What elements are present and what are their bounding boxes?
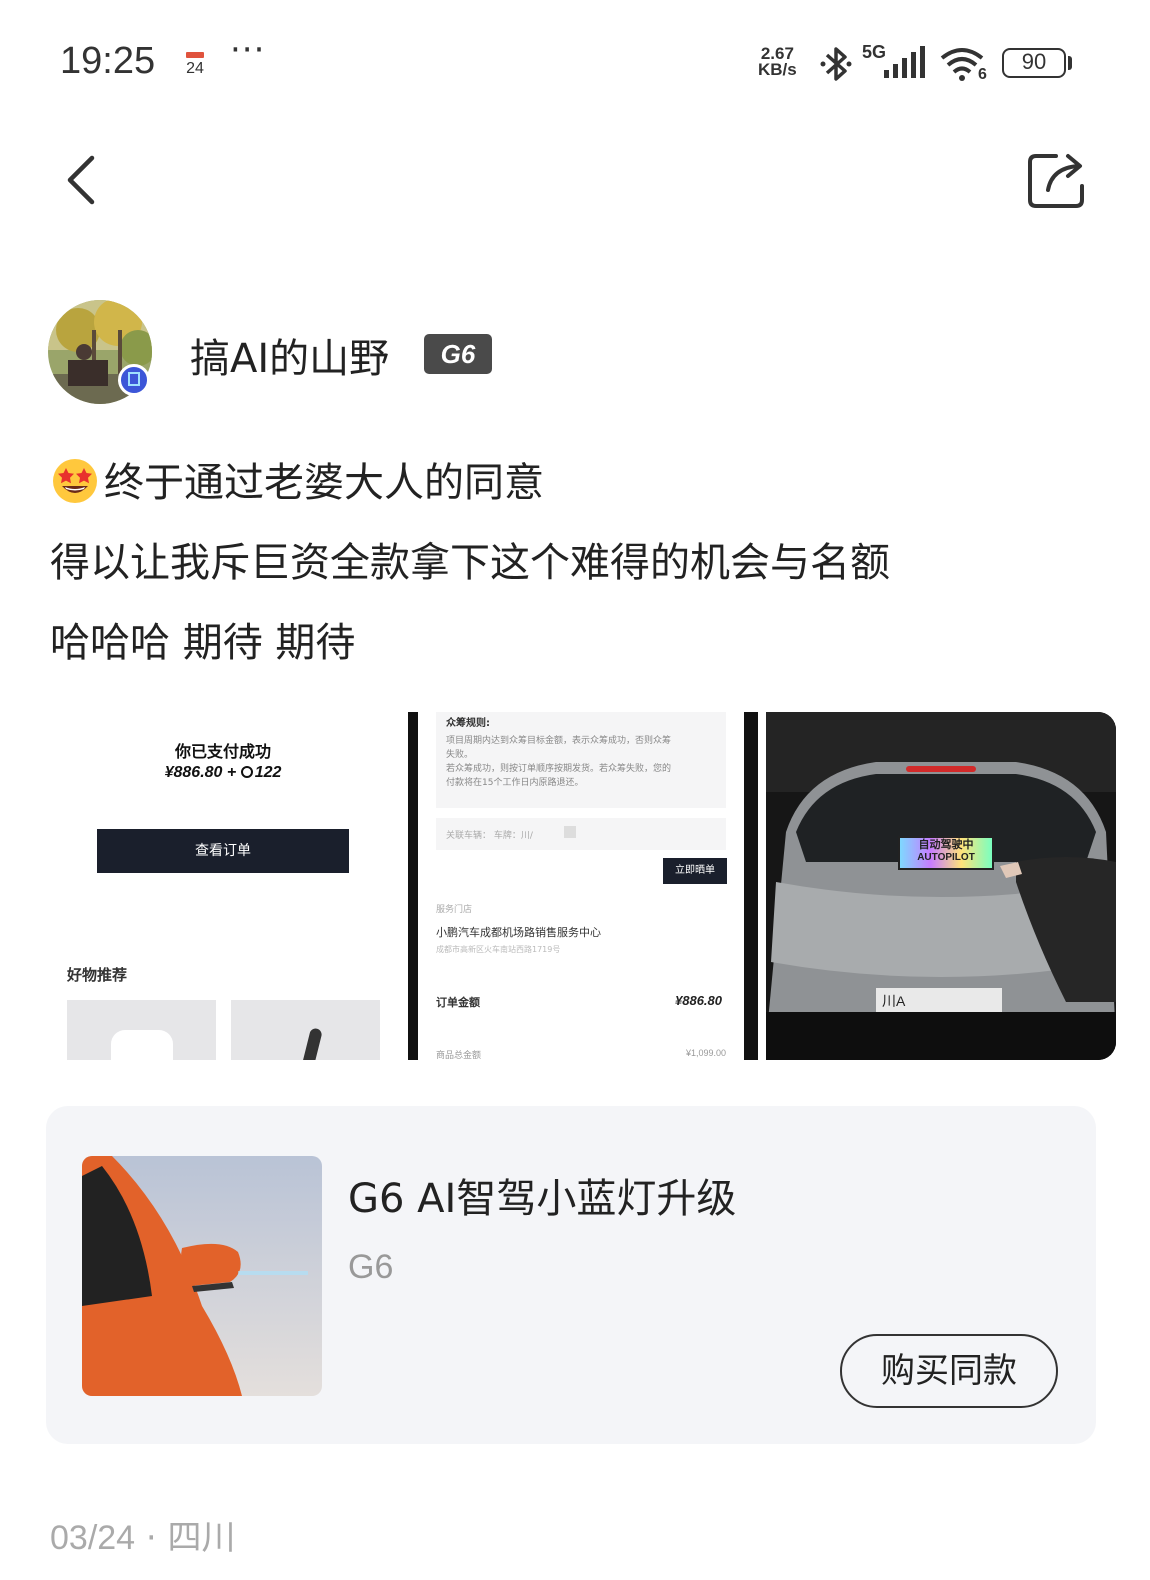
sign-en: AUTOPILOT: [917, 852, 975, 863]
rules-text-3: 若众筹成功，则按订单顺序按期发货。若众筹失败，您的: [446, 764, 672, 774]
payment-title: 你已支付成功: [174, 742, 271, 761]
battery-tip: [1068, 56, 1072, 70]
license-plate: 川A: [882, 993, 906, 1009]
rules-text-2: 失败。: [446, 750, 474, 760]
meta-separator: ·: [135, 1518, 168, 1558]
verified-badge-icon: [118, 364, 150, 396]
product-subtitle: G6: [348, 1248, 394, 1286]
rules-text-1: 项目周期内达到众筹目标金额，表示众筹成功，否则众筹: [446, 736, 672, 746]
bluetooth-icon: [820, 47, 852, 81]
rules-text-4: 付款将在15个工作日内原路退还。: [446, 778, 584, 788]
calendar-icon: 24: [182, 50, 208, 80]
wifi-icon: 6: [938, 44, 992, 84]
post-text-1: 终于通过老婆大人的同意: [104, 460, 544, 506]
chevron-left-icon[interactable]: [60, 152, 104, 208]
order-total-value: ¥886.80: [675, 993, 722, 1008]
battery-icon: 90: [1002, 48, 1066, 78]
recommend-item-2: [231, 1000, 380, 1060]
vehicle-label: 关联车辆： 车牌：川/: [446, 831, 533, 841]
post-location: 四川: [167, 1518, 236, 1558]
points-icon: [240, 766, 253, 778]
order-total-label: 订单金额: [436, 996, 480, 1009]
product-image[interactable]: [82, 1156, 322, 1396]
store-name: 小鹏汽车成都机场路销售服务中心: [436, 926, 601, 939]
payment-points: 122: [254, 764, 282, 781]
post-image-order[interactable]: 众筹规则: 项目周期内达到众筹目标金额，表示众筹成功，否则众筹 失败。 若众筹成…: [408, 712, 758, 1060]
store-address: 成都市高新区火车南站西路1719号: [436, 945, 561, 954]
bind-order-button: 立即晒单: [663, 858, 727, 884]
status-time: 19:25: [60, 40, 156, 82]
post-image-payment[interactable]: 你已支付成功 ¥886.80 + 122 查看订单 好物推荐: [48, 712, 398, 1060]
share-icon[interactable]: [1026, 150, 1086, 210]
calendar-day: 24: [186, 60, 204, 77]
recommend-item-1: [67, 1000, 216, 1060]
payment-amount: ¥886.80 + 122: [48, 764, 398, 782]
recommend-section-title: 好物推荐: [67, 966, 128, 984]
model-badge: G6: [424, 334, 492, 374]
autopilot-sign: 自动驾驶中 AUTOPILOT: [898, 836, 994, 870]
post-line-3: 哈哈哈 期待 期待: [50, 620, 356, 666]
post-date: 03/24: [50, 1519, 136, 1557]
post-line-2: 得以让我斥巨资全款拿下这个难得的机会与名额: [50, 540, 890, 586]
speed-unit: KB/s: [758, 60, 797, 79]
post-image-car[interactable]: 自动驾驶中 AUTOPILOT 川A: [766, 712, 1116, 1060]
view-order-button: 查看订单: [97, 829, 349, 873]
network-speed: 2.67 KB/s: [758, 45, 797, 79]
goods-total-value: ¥1,099.00: [685, 1048, 726, 1058]
payment-amount-value: ¥886.80 +: [164, 764, 241, 781]
post-meta: 03/24 · 四川: [50, 1510, 236, 1559]
more-notifications-icon: ···: [230, 30, 266, 70]
wifi-version: 6: [978, 66, 987, 83]
sign-cn: 自动驾驶中: [918, 838, 974, 851]
buy-same-button[interactable]: 购买同款: [840, 1334, 1058, 1408]
post-line-1: 终于通过老婆大人的同意: [50, 450, 544, 508]
cellular-signal-icon: 5G: [862, 42, 928, 82]
goods-total-label: 商品总金额: [436, 1051, 482, 1060]
rules-text: 项目周期内达到众筹目标金额，表示众筹成功，否则众筹 失败。 若众筹成功，则按订单…: [446, 734, 671, 790]
author-name[interactable]: 搞AI的山野: [190, 326, 389, 384]
rules-title: 众筹规则:: [446, 718, 490, 729]
store-label: 服务门店: [436, 905, 473, 915]
product-title: G6 AI智驾小蓝灯升级: [348, 1176, 737, 1222]
star-struck-emoji-icon: [53, 459, 97, 503]
